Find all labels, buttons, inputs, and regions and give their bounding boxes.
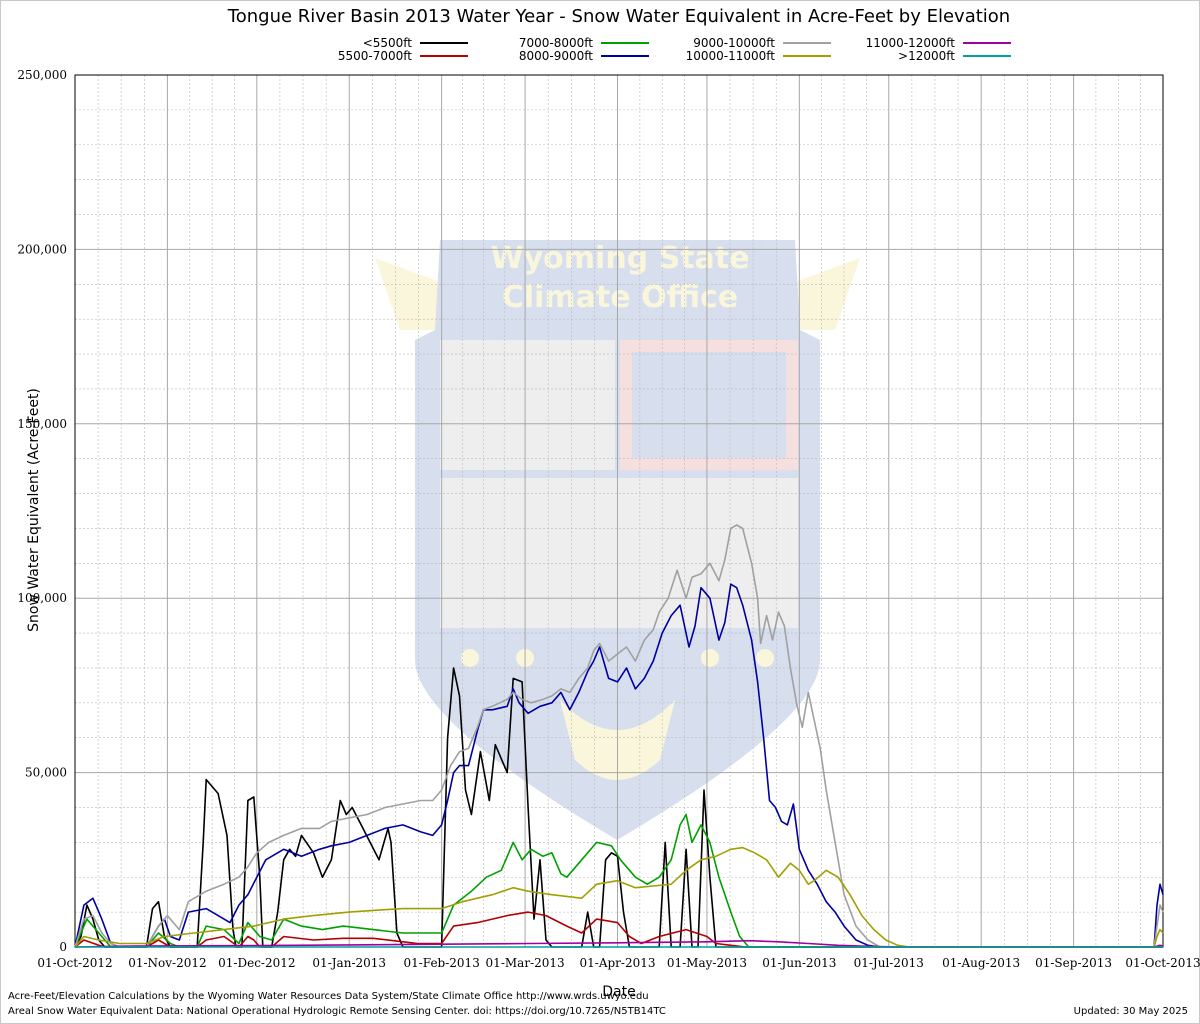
watermark-star xyxy=(461,649,479,667)
x-tick-label: 01-Jan-2013 xyxy=(312,956,386,970)
series-line xyxy=(74,846,1164,948)
legend-label: <5500ft xyxy=(363,36,413,50)
x-tick-label: 01-Feb-2013 xyxy=(403,956,479,970)
x-tick-label: 01-Jun-2013 xyxy=(762,956,836,970)
footer-credit-2: Areal Snow Water Equivalent Data: Nation… xyxy=(8,1006,666,1017)
x-tick-label: 01-Mar-2013 xyxy=(486,956,565,970)
watermark-text-2: Climate Office xyxy=(502,280,738,315)
x-tick-label: 01-Oct-2012 xyxy=(37,956,112,970)
x-tick-label: 01-Oct-2013 xyxy=(1125,956,1200,970)
legend: <5500ft5500-7000ft 7000-8000ft8000-9000ft… xyxy=(338,36,1011,63)
y-tick-label: 200,000 xyxy=(17,242,67,256)
y-tick-label: 250,000 xyxy=(17,68,67,82)
y-tick-label: 50,000 xyxy=(25,766,67,780)
x-tick-label: 01-Apr-2013 xyxy=(580,956,656,970)
watermark-text-1: Wyoming State xyxy=(491,241,750,276)
y-tick-label: 150,000 xyxy=(17,417,67,431)
footer-credit-1: Acre-Feet/Elevation Calculations by the … xyxy=(8,991,649,1002)
x-tick-label: 01-Nov-2012 xyxy=(128,956,206,970)
legend-label: 11000-12000ft xyxy=(866,36,956,50)
legend-label: >12000ft xyxy=(898,49,955,63)
x-tick-label: 01-Dec-2012 xyxy=(218,956,295,970)
y-tick-label: 0 xyxy=(59,940,67,954)
x-tick-label: 01-Jul-2013 xyxy=(854,956,924,970)
x-tick-label: 01-Sep-2013 xyxy=(1035,956,1112,970)
legend-label: 8000-9000ft xyxy=(519,49,593,63)
watermark-panel-left xyxy=(440,340,615,470)
watermark-flag xyxy=(632,352,786,458)
x-tick-label: 01-May-2013 xyxy=(667,956,747,970)
legend-label: 9000-10000ft xyxy=(693,36,775,50)
legend-label: 5500-7000ft xyxy=(338,49,412,63)
watermark-star xyxy=(701,649,719,667)
legend-label: 7000-8000ft xyxy=(519,36,593,50)
watermark-panel-bottom xyxy=(440,478,798,628)
footer-updated: Updated: 30 May 2025 xyxy=(1073,1006,1188,1017)
legend-label: 10000-11000ft xyxy=(686,49,776,63)
y-axis-label: Snow Water Equivalent (Acre-Feet) xyxy=(26,388,42,632)
x-tick-label: 01-Aug-2013 xyxy=(942,956,1020,970)
chart-title: Tongue River Basin 2013 Water Year - Sno… xyxy=(227,6,1010,27)
watermark-star xyxy=(756,649,774,667)
chart: Wyoming State Climate Office Tongue Rive… xyxy=(17,6,1200,1000)
y-tick-label: 100,000 xyxy=(17,591,67,605)
